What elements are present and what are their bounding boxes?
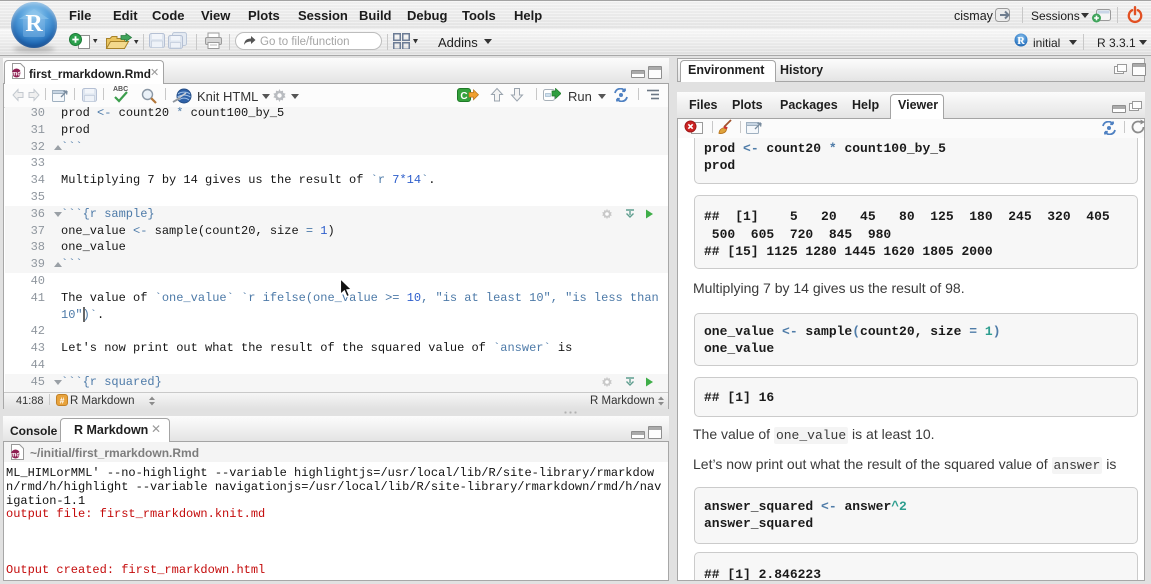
svg-text:md: md bbox=[12, 72, 21, 78]
svg-text:C: C bbox=[460, 91, 467, 102]
svg-text:md: md bbox=[11, 453, 20, 459]
svg-text:R: R bbox=[1017, 36, 1025, 47]
svg-text:#: # bbox=[60, 395, 65, 405]
